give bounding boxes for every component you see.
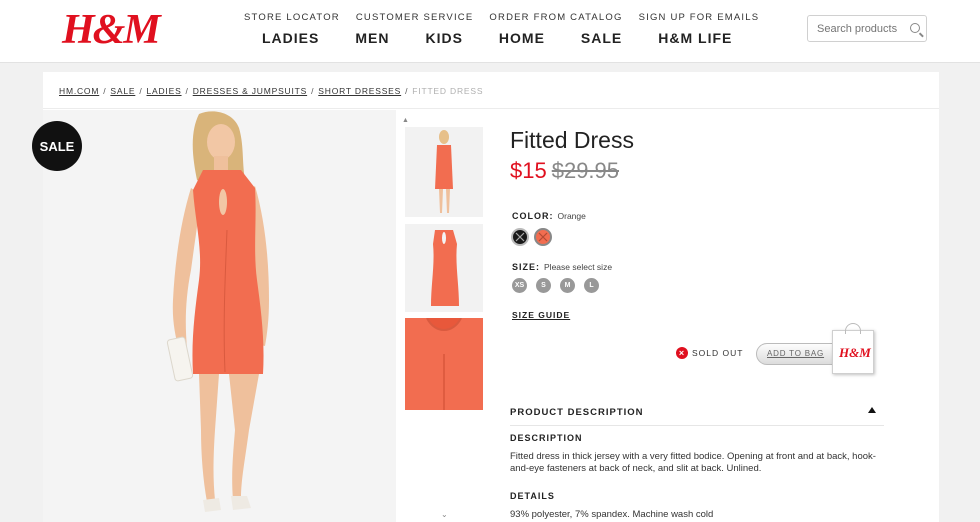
main-nav: LADIES MEN KIDS HOME SALE H&M LIFE — [262, 30, 732, 46]
breadcrumb-hm[interactable]: HM.COM — [59, 86, 99, 96]
breadcrumb-ladies[interactable]: LADIES — [147, 86, 182, 96]
product-description-heading: PRODUCT DESCRIPTION — [510, 407, 644, 418]
thumbnail-model-icon — [435, 130, 453, 213]
size-m[interactable]: M — [560, 278, 575, 293]
breadcrumb-dresses-jumpsuits[interactable]: DRESSES & JUMPSUITS — [193, 86, 307, 96]
product-main-image[interactable] — [43, 110, 396, 522]
divider — [43, 108, 939, 109]
utility-store-locator[interactable]: STORE LOCATOR — [244, 12, 340, 23]
utility-nav: STORE LOCATOR CUSTOMER SERVICE ORDER FRO… — [244, 12, 759, 23]
description-subheading: DESCRIPTION — [510, 433, 583, 443]
breadcrumb-separator: / — [405, 86, 409, 96]
nav-men[interactable]: MEN — [355, 30, 389, 46]
swatch-cross-icon — [538, 232, 548, 242]
swatch-black[interactable] — [511, 228, 529, 246]
breadcrumb-separator: / — [185, 86, 189, 96]
color-row: COLOR: Orange — [512, 211, 586, 221]
nav-home[interactable]: HOME — [499, 30, 545, 46]
site-header: H&M STORE LOCATOR CUSTOMER SERVICE ORDER… — [0, 0, 980, 63]
breadcrumb-current: FITTED DRESS — [412, 86, 484, 96]
breadcrumb-sale[interactable]: SALE — [110, 86, 135, 96]
shopping-bag-icon[interactable]: H&M — [832, 323, 874, 374]
nav-sale[interactable]: SALE — [581, 30, 622, 46]
nav-hm-life[interactable]: H&M LIFE — [658, 30, 732, 46]
size-xs[interactable]: XS — [512, 278, 527, 293]
search-icon[interactable] — [910, 23, 920, 33]
breadcrumb-short-dresses[interactable]: SHORT DRESSES — [318, 86, 401, 96]
color-label: COLOR: — [512, 211, 554, 221]
product-title: Fitted Dress — [510, 127, 634, 153]
price-sale: $15 — [510, 158, 547, 183]
color-value: Orange — [557, 211, 586, 221]
bag-logo: H&M — [839, 345, 871, 360]
nav-ladies[interactable]: LADIES — [262, 30, 319, 46]
model-illustration — [166, 111, 269, 512]
utility-order-catalog[interactable]: ORDER FROM CATALOG — [489, 12, 622, 23]
nav-kids[interactable]: KIDS — [425, 30, 462, 46]
size-row: SIZE: Please select size — [512, 262, 612, 272]
details-text: 93% polyester, 7% spandex. Machine wash … — [510, 509, 714, 520]
sale-badge: SALE — [32, 121, 82, 171]
swatch-orange[interactable] — [534, 228, 552, 246]
breadcrumb: HM.COM / SALE / LADIES / DRESSES & JUMPSUIT… — [59, 86, 483, 96]
size-value: Please select size — [544, 262, 613, 272]
description-text: Fitted dress in thick jersey with a very… — [510, 451, 876, 474]
breadcrumb-separator: / — [139, 86, 143, 96]
sold-out-indicator: × SOLD OUT — [676, 347, 743, 359]
size-label: SIZE: — [512, 262, 541, 272]
details-subheading: DETAILS — [510, 491, 555, 501]
thumbnail-3[interactable] — [405, 318, 483, 410]
caret-up-icon[interactable] — [868, 407, 876, 413]
utility-sign-up-emails[interactable]: SIGN UP FOR EMAILS — [639, 12, 760, 23]
size-l[interactable]: L — [584, 278, 599, 293]
thumbnail-2[interactable] — [405, 224, 483, 312]
size-guide-link[interactable]: SIZE GUIDE — [512, 310, 570, 320]
price-original: $29.95 — [551, 158, 620, 183]
breadcrumb-separator: / — [103, 86, 107, 96]
size-s[interactable]: S — [536, 278, 551, 293]
breadcrumb-separator: / — [311, 86, 315, 96]
hm-logo[interactable]: H&M — [62, 6, 161, 54]
swatch-cross-icon — [515, 232, 525, 242]
search-box — [807, 15, 927, 42]
thumbnail-1[interactable] — [405, 127, 483, 217]
thumbnail-scroll-up-icon[interactable]: ▲ — [402, 117, 409, 124]
product-price: $15 $29.95 — [510, 158, 619, 184]
thumbnail-scroll-down-icon[interactable]: ⌄ — [441, 510, 448, 519]
thumbnail-detail-icon — [426, 318, 462, 410]
product-description-header[interactable]: PRODUCT DESCRIPTION — [510, 398, 884, 426]
search-input[interactable] — [808, 16, 908, 41]
thumbnail-dress-icon — [431, 230, 459, 306]
utility-customer-service[interactable]: CUSTOMER SERVICE — [356, 12, 474, 23]
x-circle-icon: × — [676, 347, 688, 359]
sold-out-label: SOLD OUT — [692, 348, 744, 358]
